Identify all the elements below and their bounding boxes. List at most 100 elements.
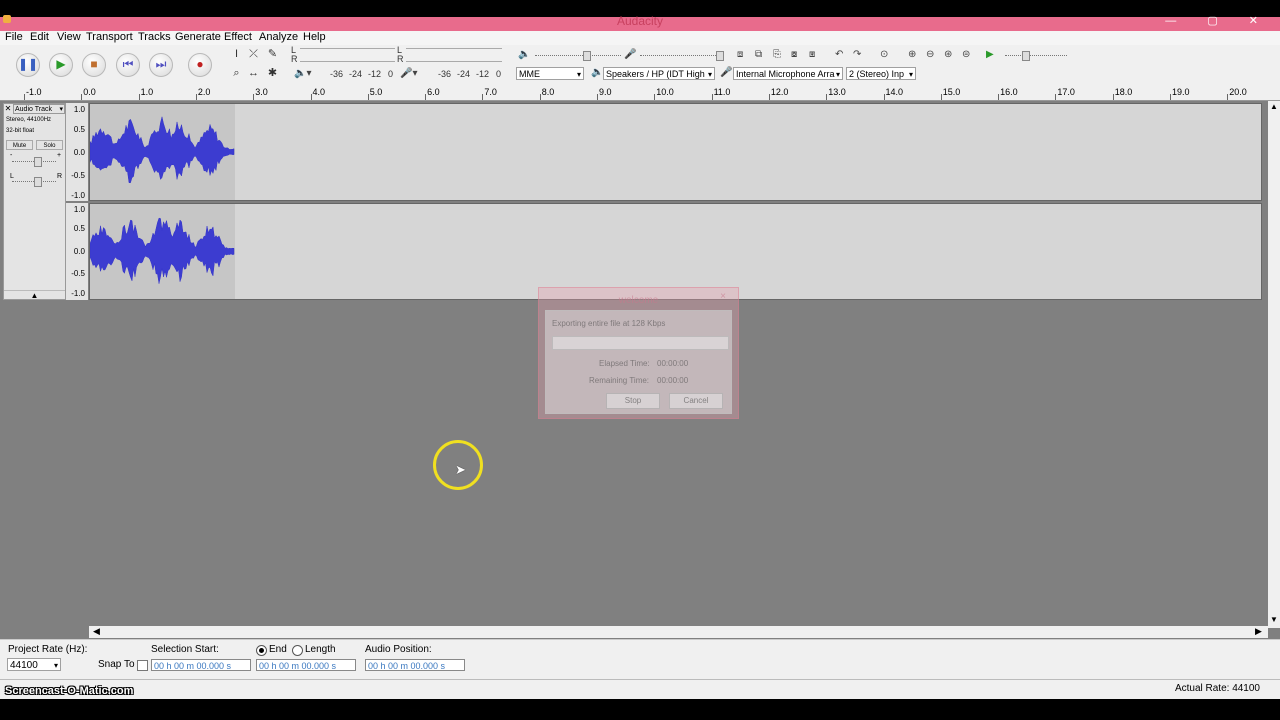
export-progress-dialog: welcome × Exporting entire file at 128 K… [538, 287, 739, 419]
sync-lock-icon[interactable]: ⊙ [880, 49, 888, 60]
gain-slider[interactable] [12, 157, 56, 167]
ruler-tick-label: 15.0 [942, 87, 961, 97]
play-speed-slider[interactable] [1005, 51, 1067, 61]
record-icon: ● [196, 57, 204, 71]
dialog-close-icon[interactable]: × [720, 291, 726, 302]
silence-icon[interactable]: ⧉ [755, 49, 762, 60]
length-radio[interactable] [292, 645, 303, 656]
menu-view[interactable]: View [57, 31, 81, 43]
input-channels-select[interactable]: 2 (Stereo) Inp ▾ [846, 67, 916, 80]
mute-button[interactable]: Mute [6, 140, 33, 150]
pause-button[interactable]: ❚❚ [16, 53, 40, 77]
menu-edit[interactable]: Edit [30, 31, 49, 43]
undo-icon[interactable]: ↶ [835, 49, 843, 60]
ruler-tick-mark [81, 94, 83, 100]
speaker-device-icon: 🔈 [591, 67, 604, 78]
paste-icon[interactable]: ⧇ [791, 49, 797, 60]
taskbar-letterbox [0, 699, 1280, 720]
output-device-select[interactable]: Speakers / HP (IDT High ▾ [603, 67, 715, 80]
menu-effect[interactable]: Effect [224, 31, 252, 43]
waveform-right-channel[interactable] [89, 203, 1262, 300]
menu-file[interactable]: File [5, 31, 23, 43]
fit-selection-icon[interactable]: ⊛ [944, 49, 952, 60]
trim-icon[interactable]: ⧈ [737, 49, 743, 60]
timeshift-tool-icon[interactable]: ↔ [246, 66, 261, 80]
play-button[interactable]: ▶ [49, 53, 73, 77]
ruler-tick-label: 2.0 [197, 87, 211, 97]
scroll-up-icon[interactable]: ▲ [1270, 102, 1278, 111]
scroll-left-icon[interactable]: ◀ [93, 626, 100, 637]
skip-end-button[interactable]: ⏭ [149, 53, 173, 77]
timeline-ruler[interactable]: -1.0 0.0 1.0 2.0 3.0 4.0 5.0 6.0 7.0 8.0 9.0 10.0 11… [0, 85, 1280, 101]
elapsed-time-value: 00:00:00 [657, 359, 689, 368]
collapse-track-icon[interactable]: ▲ [4, 290, 65, 300]
scroll-down-icon[interactable]: ▼ [1270, 615, 1278, 624]
skip-start-button[interactable]: ⏮ [116, 53, 140, 77]
audio-position-field[interactable]: 00 h 00 m 00.000 s [365, 659, 465, 671]
project-rate-select[interactable]: 44100 ▾ [7, 658, 61, 671]
ruler-tick-mark [826, 94, 828, 100]
output-volume-icon: 🔈 [518, 49, 531, 60]
menu-transport[interactable]: Transport [86, 31, 133, 43]
vertical-scale-right[interactable]: 1.0 0.5 0.0 -0.5 -1.0 [66, 203, 88, 300]
gain-plus-label: + [57, 152, 62, 159]
status-bar: Actual Rate: 44100 [0, 679, 1280, 700]
envelope-tool-icon[interactable]: ⤫ [246, 47, 261, 61]
stop-button[interactable]: ■ [82, 53, 106, 77]
zoom-in-icon[interactable]: ⊕ [908, 49, 916, 60]
ruler-tick-label: 13.0 [828, 87, 846, 97]
scale-label: -1.0 [71, 191, 85, 200]
track-name-menu[interactable]: Audio Track ▾ [13, 104, 65, 114]
microphone-meter-icon[interactable]: 🎤▾ [400, 68, 417, 79]
zoom-tool-icon[interactable]: ⌕ [229, 66, 244, 80]
end-radio[interactable] [256, 645, 267, 656]
snap-to-checkbox[interactable] [137, 660, 148, 671]
split-icon[interactable]: ⧆ [809, 49, 815, 60]
play-at-speed-icon[interactable]: ▶ [986, 49, 994, 60]
menu-generate[interactable]: Generate [175, 31, 221, 43]
input-volume-slider[interactable] [640, 51, 724, 61]
horizontal-scrollbar[interactable]: ◀ ▶ [89, 626, 1268, 638]
menu-help[interactable]: Help [303, 31, 326, 43]
gain-minus-label: - [10, 152, 13, 159]
draw-tool-icon[interactable]: ✎ [265, 47, 280, 61]
dialog-title: welcome [618, 295, 659, 306]
pan-right-label: R [57, 173, 63, 180]
ruler-tick-label: 17.0 [1057, 87, 1075, 97]
menu-analyze[interactable]: Analyze [259, 31, 298, 43]
playback-meter[interactable] [300, 48, 395, 62]
title-bar[interactable]: Audacity — ▢ ✕ [0, 14, 1280, 31]
solo-button[interactable]: Solo [36, 140, 63, 150]
audio-position-label: Audio Position: [365, 644, 432, 655]
speaker-meter-icon[interactable]: 🔈▾ [294, 68, 311, 79]
window-controls[interactable]: — ▢ ✕ [1165, 14, 1272, 27]
zoom-out-icon[interactable]: ⊖ [926, 49, 934, 60]
audio-host-select[interactable]: MME ▾ [516, 67, 584, 80]
record-meter[interactable] [406, 48, 502, 62]
selection-end-field[interactable]: 00 h 00 m 00.000 s [256, 659, 356, 671]
menu-tracks[interactable]: Tracks [138, 31, 171, 43]
track-close-icon[interactable]: ✕ [4, 104, 12, 114]
waveform-left-channel[interactable] [89, 103, 1262, 201]
stop-export-button[interactable]: Stop [606, 393, 660, 409]
meter-tick: -36 [330, 69, 344, 79]
cancel-export-button[interactable]: Cancel [669, 393, 723, 409]
multi-tool-icon[interactable]: ✱ [265, 66, 280, 80]
ruler-tick-label: 1.0 [140, 87, 154, 97]
input-device-select[interactable]: Internal Microphone Arra ▾ [733, 67, 843, 80]
selection-start-field[interactable]: 00 h 00 m 00.000 s [151, 659, 251, 671]
selection-tool-icon[interactable]: I [229, 47, 244, 61]
record-button[interactable]: ● [188, 53, 212, 77]
vertical-scrollbar[interactable]: ▲ ▼ [1268, 101, 1280, 628]
vertical-scale-left[interactable]: 1.0 0.5 0.0 -0.5 -1.0 [66, 103, 88, 201]
ruler-tick-mark [940, 94, 942, 100]
scroll-right-icon[interactable]: ▶ [1255, 626, 1262, 637]
redo-icon[interactable]: ↷ [853, 49, 861, 60]
input-volume-icon: 🎤 [624, 49, 637, 60]
fit-project-icon[interactable]: ⊜ [962, 49, 970, 60]
copy-icon[interactable]: ⎘ [773, 49, 781, 60]
ruler-tick-label: 16.0 [1000, 87, 1018, 97]
pan-slider[interactable] [12, 177, 56, 187]
output-volume-slider[interactable] [535, 51, 621, 61]
scale-label: 0.0 [73, 247, 85, 256]
